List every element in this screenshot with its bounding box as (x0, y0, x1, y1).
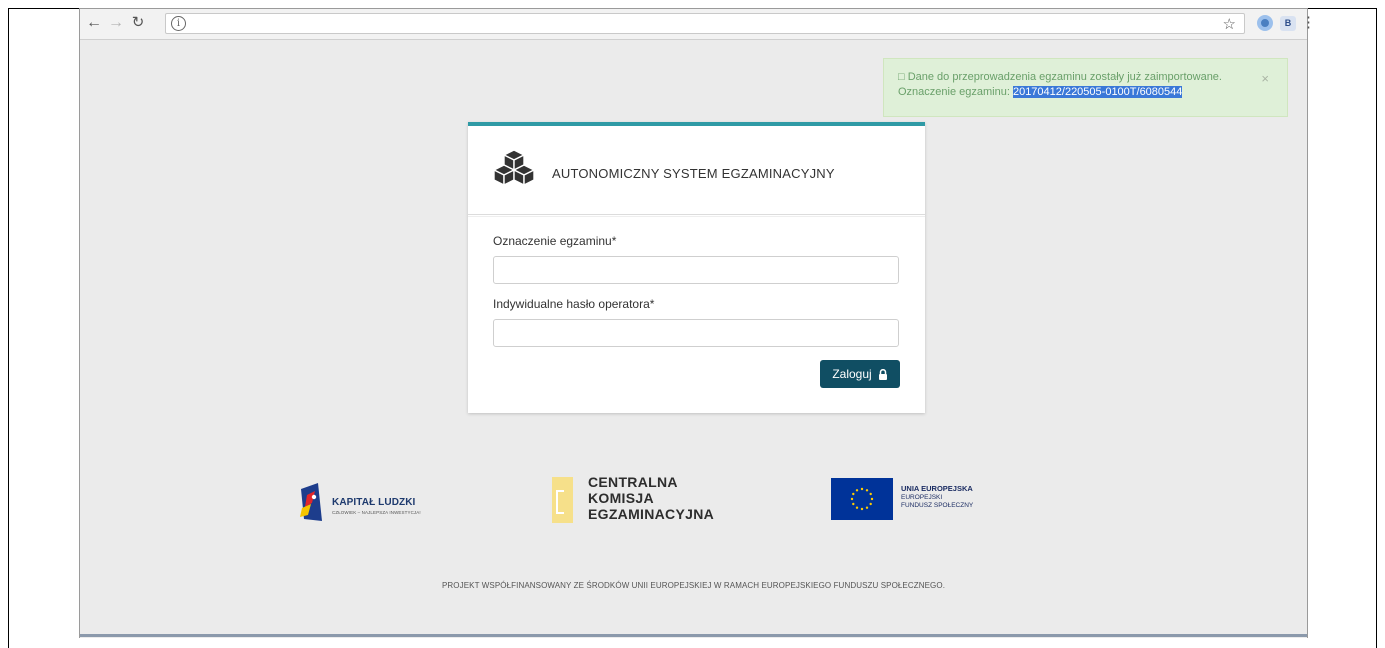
cubes-logo-icon (493, 149, 535, 186)
success-alert: □ Dane do przeprowadzenia egzaminu zosta… (883, 58, 1288, 117)
arrow-left-icon[interactable]: ← (84, 13, 104, 33)
page-content: □ Dane do przeprowadzenia egzaminu zosta… (80, 40, 1307, 638)
kapital-ludzki-tagline: CZŁOWIEK – NAJLEPSZA INWESTYCJA! (332, 510, 421, 515)
browser-toolbar: ← → ↻ i ☆ B ⋮ (80, 9, 1316, 40)
alert-exam-prefix: Oznaczenie egzaminu: (898, 86, 1013, 98)
eu-line3: FUNDUSZ SPOŁECZNY (901, 502, 974, 509)
footer-text: PROJEKT WSPÓŁFINANSOWANY ZE ŚRODKÓW UNII… (441, 581, 946, 590)
star-icon[interactable]: ☆ (1223, 15, 1236, 33)
card-title: AUTONOMICZNY SYSTEM EGZAMINACYJNY (552, 166, 835, 181)
cke-logo: CENTRALNA KOMISJA EGZAMINACYJNA (552, 473, 732, 527)
lock-icon (878, 368, 887, 380)
eu-line2: EUROPEJSKI (901, 494, 943, 501)
kapital-ludzki-logo: KAPITAŁ LUDZKI CZŁOWIEK – NAJLEPSZA INWE… (298, 481, 458, 521)
operator-password-label: Indywidualne hasło operatora* (493, 297, 655, 311)
arrow-right-icon[interactable]: → (106, 13, 126, 33)
address-bar[interactable]: i ☆ (165, 13, 1245, 34)
login-card: AUTONOMICZNY SYSTEM EGZAMINACYJNY Oznacz… (468, 122, 925, 413)
eu-line1: UNIA EUROPEJSKA (901, 484, 973, 493)
eu-fund-logo: UNIA EUROPEJSKA EUROPEJSKI FUNDUSZ SPOŁE… (831, 478, 1021, 522)
cke-line2: KOMISJA (588, 490, 654, 506)
extension-b-icon[interactable]: B (1280, 16, 1296, 31)
window-bottom-strip (80, 634, 1307, 637)
kapital-ludzki-emblem-icon (300, 483, 322, 521)
cke-line1: CENTRALNA (588, 474, 678, 490)
login-button-label: Zaloguj (832, 367, 872, 381)
alert-exam-code: 20170412/220505-0100T/6080544 (1012, 86, 1183, 98)
reload-icon[interactable]: ↻ (128, 13, 148, 33)
eu-flag-icon (831, 478, 893, 520)
extension-circle-icon[interactable] (1257, 15, 1273, 31)
alert-exam-line: Oznaczenie egzaminu: 20170412/220505-010… (898, 85, 1273, 100)
close-icon[interactable]: × (1261, 71, 1269, 86)
browser-window: ← → ↻ i ☆ B ⋮ □ Dane do przeprowadzenia … (79, 8, 1316, 638)
cke-line3: EGZAMINACYJNA (588, 506, 715, 522)
exam-code-label: Oznaczenie egzaminu* (493, 234, 617, 248)
login-form: Oznaczenie egzaminu* Indywidualne hasło … (493, 234, 899, 360)
alert-message: □ Dane do przeprowadzenia egzaminu zosta… (898, 71, 1222, 83)
vertical-dots-icon[interactable]: ⋮ (1301, 13, 1316, 33)
operator-password-input[interactable] (493, 319, 899, 347)
card-header: AUTONOMICZNY SYSTEM EGZAMINACYJNY (468, 126, 925, 217)
cke-emblem-icon (552, 477, 573, 523)
info-icon[interactable]: i (171, 16, 186, 31)
kapital-ludzki-name: KAPITAŁ LUDZKI (332, 497, 416, 508)
login-button[interactable]: Zaloguj (820, 360, 900, 388)
exam-code-input[interactable] (493, 256, 899, 284)
